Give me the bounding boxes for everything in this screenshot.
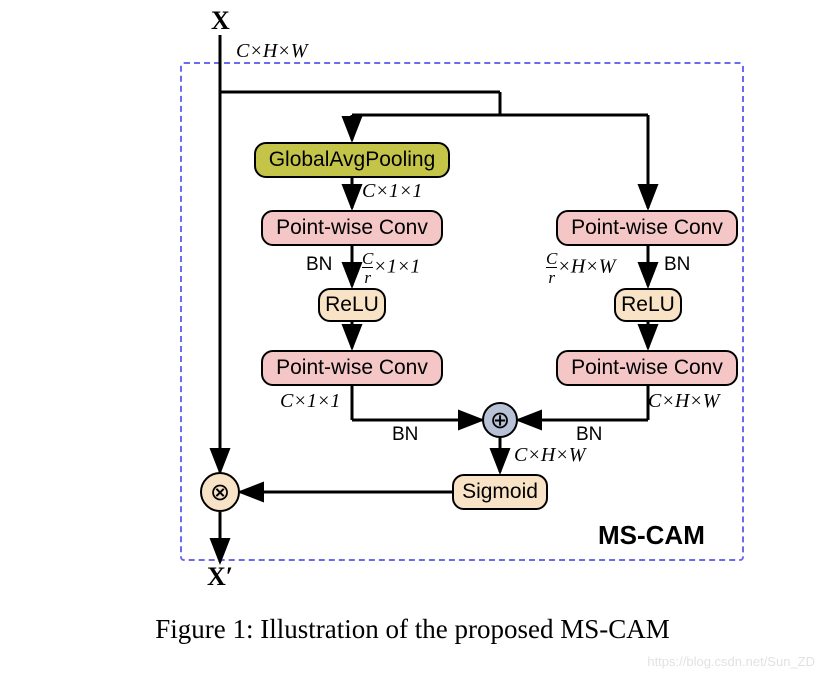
elementwise-mul-op: ⊗: [200, 472, 240, 512]
pwconv-right-2-label: Point-wise Conv: [571, 356, 723, 380]
pwconv-left-2-label: Point-wise Conv: [276, 356, 428, 380]
dim-input: C×H×W: [236, 40, 307, 63]
dim-left-reduced: Cr×1×1: [362, 250, 420, 286]
pwconv-right-1: Point-wise Conv: [556, 210, 738, 246]
relu-left-label: ReLU: [325, 293, 379, 317]
global-avg-pooling-label: GlobalAvgPooling: [269, 148, 436, 172]
relu-right-label: ReLU: [621, 293, 675, 317]
bn-right-2: BN: [576, 424, 602, 446]
relu-right: ReLU: [614, 288, 682, 322]
source-watermark: https://blog.csdn.net/Sun_ZD: [647, 654, 815, 669]
pwconv-left-1: Point-wise Conv: [261, 210, 443, 246]
elementwise-add-op: ⊕: [482, 402, 518, 438]
arrows-layer: [0, 0, 825, 675]
add-icon: ⊕: [490, 406, 510, 435]
dim-after-gap: C×1×1: [362, 180, 422, 203]
pwconv-left-1-label: Point-wise Conv: [276, 216, 428, 240]
pwconv-right-1-label: Point-wise Conv: [571, 216, 723, 240]
input-tensor-label: X: [211, 6, 230, 36]
dim-left-out: C×1×1: [280, 390, 340, 413]
dim-right-reduced: Cr×H×W: [546, 250, 615, 286]
global-avg-pooling-block: GlobalAvgPooling: [254, 142, 450, 178]
bn-left-1: BN: [306, 254, 332, 276]
bn-right-1: BN: [664, 254, 690, 276]
mul-icon: ⊗: [210, 478, 230, 507]
module-name-label: MS-CAM: [598, 520, 705, 551]
relu-left: ReLU: [318, 288, 386, 322]
dim-right-out: C×H×W: [648, 390, 719, 413]
sigmoid-label: Sigmoid: [462, 480, 538, 504]
pwconv-right-2: Point-wise Conv: [556, 350, 738, 386]
sigmoid-block: Sigmoid: [452, 474, 548, 510]
figure-caption: Figure 1: Illustration of the proposed M…: [0, 614, 825, 645]
pwconv-left-2: Point-wise Conv: [261, 350, 443, 386]
dim-after-add: C×H×W: [514, 444, 585, 467]
output-tensor-label: X′: [207, 562, 233, 592]
bn-left-2: BN: [392, 424, 418, 446]
